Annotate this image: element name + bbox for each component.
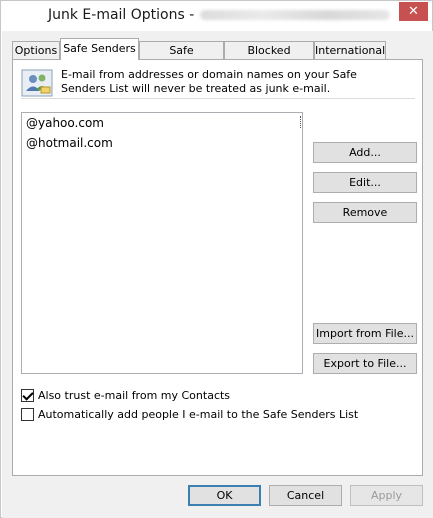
- divider: [21, 98, 415, 99]
- auto-add-checkbox[interactable]: [21, 407, 34, 421]
- dialog-body: Options Safe Senders Safe Recipients Blo…: [2, 31, 433, 518]
- tab-international[interactable]: International: [314, 41, 386, 59]
- window-title: Junk E-mail Options -: [48, 7, 391, 23]
- tab-options[interactable]: Options: [12, 41, 60, 59]
- trust-contacts-option[interactable]: Also trust e-mail from my Contacts: [21, 387, 230, 403]
- safe-senders-panel: E-mail from addresses or domain names on…: [12, 59, 423, 476]
- auto-add-label: Automatically add people I e-mail to the…: [38, 407, 359, 421]
- junk-email-options-dialog: Junk E-mail Options - ✕ Options Safe Sen…: [0, 0, 433, 518]
- cancel-button[interactable]: Cancel: [269, 485, 342, 506]
- safe-senders-description: E-mail from addresses or domain names on…: [61, 68, 357, 95]
- auto-add-option[interactable]: Automatically add people I e-mail to the…: [21, 406, 358, 422]
- ok-button[interactable]: OK: [188, 485, 261, 506]
- tab-safe-senders[interactable]: Safe Senders: [60, 38, 139, 60]
- add-button[interactable]: Add...: [313, 142, 417, 163]
- redacted-account-name: [200, 10, 391, 20]
- edit-button[interactable]: Edit...: [313, 172, 417, 193]
- close-icon: ✕: [408, 4, 419, 19]
- list-item[interactable]: @hotmail.com: [22, 133, 302, 153]
- title-bar[interactable]: Junk E-mail Options - ✕: [1, 1, 432, 31]
- close-button[interactable]: ✕: [399, 2, 428, 21]
- contacts-icon: [21, 69, 53, 97]
- window-title-text: Junk E-mail Options -: [48, 7, 195, 23]
- tab-blocked-senders[interactable]: Blocked Senders: [224, 41, 314, 74]
- apply-button[interactable]: Apply: [350, 485, 423, 506]
- trust-contacts-checkbox[interactable]: [21, 388, 34, 402]
- export-to-file-button[interactable]: Export to File...: [313, 353, 417, 374]
- trust-contacts-label: Also trust e-mail from my Contacts: [38, 388, 231, 402]
- import-from-file-button[interactable]: Import from File...: [313, 323, 417, 344]
- remove-button[interactable]: Remove: [313, 202, 417, 223]
- list-item[interactable]: @yahoo.com: [22, 113, 302, 133]
- tab-safe-recipients[interactable]: Safe Recipients: [139, 41, 224, 74]
- safe-senders-list[interactable]: @yahoo.com @hotmail.com: [21, 112, 303, 374]
